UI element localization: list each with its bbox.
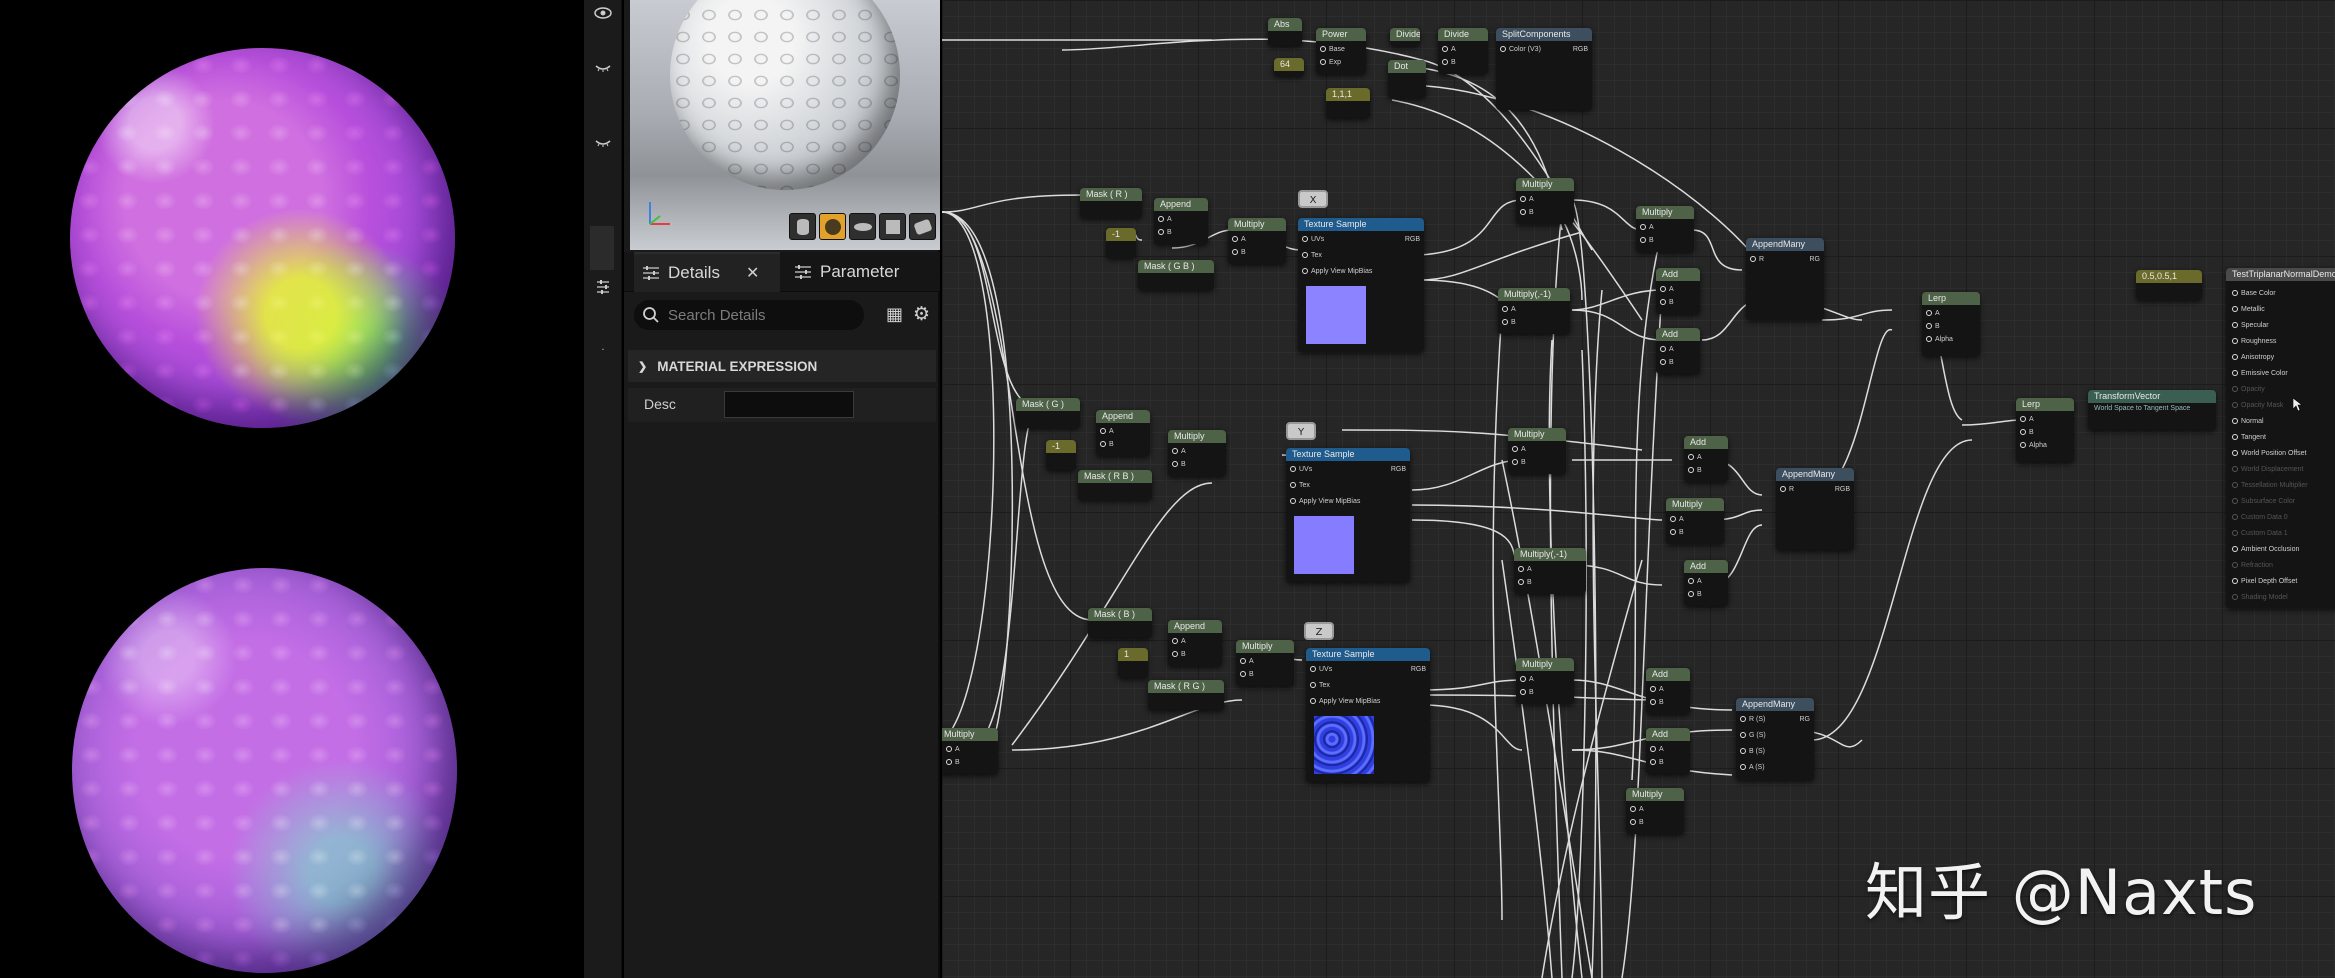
node-divide-2[interactable]: Divide A B (1438, 28, 1488, 74)
toolbar-divider (590, 226, 614, 270)
node-multiply-neg1-y[interactable]: Multiply(,-1) A B (1514, 548, 1586, 594)
normal-sphere-top (70, 48, 455, 428)
close-icon[interactable]: ✕ (746, 263, 759, 283)
node-mask-rb[interactable]: Mask ( R B ) (1078, 470, 1152, 500)
node-multiply-m5[interactable]: Multiply A B (1516, 658, 1574, 704)
node-abs[interactable]: Abs (1268, 18, 1302, 46)
normal-sphere-bottom (72, 568, 457, 973)
node-append-z[interactable]: Append A B (1168, 620, 1222, 666)
desc-row: Desc (628, 388, 936, 422)
node-transform-vector[interactable]: TransformVector World Space to Tangent S… (2088, 390, 2216, 430)
preview-shape-bar (789, 213, 936, 240)
texture-swatch-flat (1294, 516, 1354, 574)
node-add-2[interactable]: Add A B (1656, 328, 1700, 374)
eye-icon[interactable] (592, 2, 614, 24)
tag-y: Y (1286, 422, 1316, 440)
search-row: ▦ ⚙ (634, 298, 934, 332)
tag-z: Z (1304, 622, 1334, 640)
watermark: 知乎 @Naxts (1865, 856, 2258, 929)
node-multiply-z[interactable]: Multiply A B (1236, 640, 1294, 686)
node-lerp-1[interactable]: Lerp A B Alpha (1922, 292, 1980, 356)
desc-input[interactable] (724, 391, 854, 418)
node-divide[interactable]: Divide (1390, 28, 1420, 46)
sliders-icon[interactable] (592, 276, 614, 298)
sliders-icon (643, 266, 659, 280)
section-material-expression[interactable]: ❯ MATERIAL EXPRESSION (628, 350, 936, 382)
mouse-cursor-icon (2293, 398, 2303, 412)
node-multiply-m6[interactable]: Multiply A B (1626, 788, 1684, 834)
cylinder-icon[interactable] (789, 213, 816, 240)
node-texture-sample-z[interactable]: Texture Sample UVs Tex Apply View MipBia… (1306, 648, 1430, 782)
sliders-icon (795, 265, 811, 279)
node-appendmany-z[interactable]: AppendMany R (S) G (S) B (S) A (S) RG (1736, 698, 1814, 780)
handle-icon: · (601, 345, 605, 356)
node-append-x[interactable]: Append A B (1154, 198, 1208, 244)
search-field[interactable] (634, 300, 864, 330)
texture-swatch-normal (1314, 716, 1374, 774)
node-append-y[interactable]: Append A B (1096, 410, 1150, 456)
search-input[interactable] (668, 304, 854, 326)
section-title: MATERIAL EXPRESSION (657, 358, 818, 374)
material-graph[interactable]: Abs Power Base Exp 64 Divide Divide A B … (942, 0, 2335, 978)
side-toolbar: · (584, 0, 622, 978)
cube-icon[interactable] (879, 213, 906, 240)
eyelash-icon[interactable] (592, 132, 614, 154)
node-texture-sample-x[interactable]: Texture Sample UVs Tex Apply View MipBia… (1298, 218, 1424, 352)
node-const-neg1-y[interactable]: -1 (1046, 440, 1076, 470)
node-multiply-x[interactable]: Multiply A B (1228, 218, 1286, 264)
plane-icon[interactable] (849, 213, 876, 240)
material-preview[interactable] (630, 0, 940, 250)
node-const-neg1-x[interactable]: -1 (1106, 228, 1136, 258)
search-icon (643, 307, 659, 323)
node-mask-rg[interactable]: Mask ( R G ) (1148, 680, 1224, 710)
node-add-4[interactable]: Add A B (1684, 560, 1728, 606)
node-multiply-y[interactable]: Multiply A B (1168, 430, 1226, 476)
desc-label: Desc (644, 396, 676, 412)
node-power[interactable]: Power Base Exp (1316, 28, 1366, 74)
node-mask-g[interactable]: Mask ( G ) (1016, 398, 1080, 428)
node-multiply-m4[interactable]: Multiply A B (1666, 498, 1724, 544)
tag-x: X (1298, 190, 1328, 208)
teapot-icon[interactable] (909, 213, 936, 240)
panel-tabs: Details ✕ Parameter (624, 252, 940, 292)
axis-gizmo-icon (649, 202, 670, 225)
node-add-5[interactable]: Add A B (1646, 668, 1690, 714)
node-const-1-z[interactable]: 1 (1118, 648, 1148, 678)
tab-details-label: Details (668, 263, 720, 282)
node-const-vec[interactable]: 0.5,0.5,1 (2136, 270, 2202, 300)
gear-icon[interactable]: ⚙ (913, 303, 933, 325)
node-mask-b[interactable]: Mask ( B ) (1088, 608, 1152, 638)
node-const-111[interactable]: 1,1,1 (1326, 88, 1370, 118)
node-multiply-m1[interactable]: Multiply A B (1516, 178, 1574, 224)
texture-swatch-flat (1306, 286, 1366, 344)
node-multiply-neg1-m[interactable]: Multiply(,-1) A B (1498, 288, 1570, 334)
node-add-6[interactable]: Add A B (1646, 728, 1690, 774)
table-icon[interactable]: ▦ (886, 304, 906, 325)
viewport-3d[interactable] (0, 0, 584, 978)
node-mask-gb[interactable]: Mask ( G B ) (1138, 260, 1214, 290)
node-add-3[interactable]: Add A B (1684, 436, 1728, 482)
node-multiply-m3[interactable]: Multiply A B (1508, 428, 1566, 474)
preview-sphere (670, 0, 900, 190)
eyelash-icon[interactable] (592, 57, 614, 79)
node-appendmany-x[interactable]: AppendMany R RG (1746, 238, 1824, 320)
node-const-64[interactable]: 64 (1274, 58, 1304, 76)
tab-parameter[interactable]: Parameter (794, 252, 899, 292)
node-texture-sample-y[interactable]: Texture Sample UVs Tex Apply View MipBia… (1286, 448, 1410, 582)
tab-parameter-label: Parameter (820, 262, 900, 281)
node-appendmany-y[interactable]: AppendMany R RGB (1776, 468, 1854, 550)
node-dot[interactable]: Dot (1388, 60, 1426, 98)
chevron-down-icon: ❯ (638, 360, 648, 373)
node-add-1[interactable]: Add A B (1656, 268, 1700, 314)
node-lerp-2[interactable]: Lerp A B Alpha (2016, 398, 2074, 462)
details-panel: Details ✕ Parameter ▦ ⚙ ❯ MATERIAL EXPRE… (624, 0, 940, 978)
sphere-icon[interactable] (819, 213, 846, 240)
node-multiply-m2[interactable]: Multiply A B (1636, 206, 1694, 252)
node-multiply-bottom[interactable]: Multiply A B (942, 728, 998, 774)
node-result[interactable]: TestTriplanarNormalDemo Base Color Metal… (2226, 268, 2335, 608)
node-mask-r[interactable]: Mask ( R ) (1080, 188, 1142, 218)
tab-details[interactable]: Details ✕ (634, 252, 780, 292)
node-split-components[interactable]: SplitComponents Color (V3) RGB (1496, 28, 1592, 110)
